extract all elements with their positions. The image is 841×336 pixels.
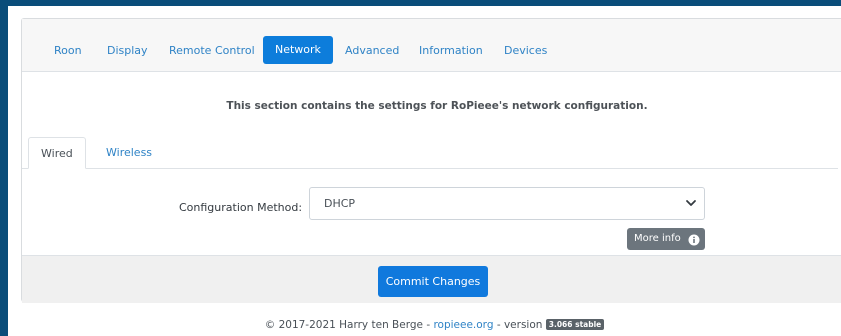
nav-tab-network[interactable]: Network [263, 36, 333, 64]
version-badge: 3.066 stable [545, 319, 605, 330]
version-prefix: - version [493, 319, 546, 331]
configuration-method-select[interactable]: DHCP [309, 187, 705, 220]
info-icon [688, 233, 700, 246]
more-info-button[interactable]: More info [627, 228, 705, 250]
nav-tab-advanced[interactable]: Advanced [333, 38, 411, 70]
nav-tab-information[interactable]: Information [407, 38, 495, 70]
commit-changes-button[interactable]: Commit Changes [378, 266, 488, 297]
ropieee-link[interactable]: ropieee.org [433, 319, 493, 331]
copyright-text: © 2017-2021 Harry ten Berge - [264, 319, 434, 331]
configuration-method-label: Configuration Method: [179, 201, 303, 214]
nav-tab-roon[interactable]: Roon [42, 38, 94, 70]
nav-tab-remote-control[interactable]: Remote Control [157, 38, 267, 70]
nav-tab-devices[interactable]: Devices [492, 38, 559, 70]
page-footer: © 2017-2021 Harry ten Berge - ropieee.or… [8, 319, 841, 331]
section-description: This section contains the settings for R… [226, 100, 648, 112]
card-footer: Commit Changes [22, 255, 841, 303]
configuration-method-value: DHCP [324, 197, 356, 210]
nav-header: Roon Display Remote Control Network Adva… [22, 19, 841, 72]
page: Roon Display Remote Control Network Adva… [8, 6, 841, 336]
settings-card: Roon Display Remote Control Network Adva… [21, 18, 841, 303]
subtab-wired[interactable]: Wired [28, 137, 86, 169]
subtab-wireless[interactable]: Wireless [94, 137, 164, 169]
nav-tab-display[interactable]: Display [95, 38, 160, 70]
chevron-down-icon [684, 196, 698, 210]
more-info-label: More info [634, 233, 681, 244]
